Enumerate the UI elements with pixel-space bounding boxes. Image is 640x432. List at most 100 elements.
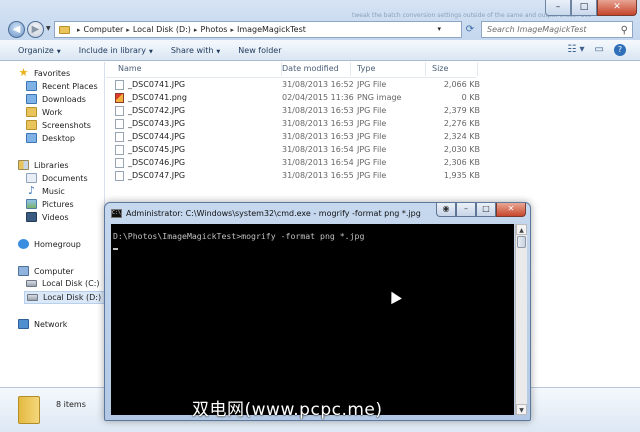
cmd-icon: C:\ xyxy=(111,208,122,218)
minimize-button[interactable]: – xyxy=(545,0,571,16)
command-line: D:\Photos\ImageMagickTest>mogrify -forma… xyxy=(113,231,365,241)
file-row[interactable]: _DSC0744.JPG 31/08/2013 16:53 JPG File 2,32… xyxy=(112,130,480,143)
file-name: _DSC0744.JPG xyxy=(128,132,186,141)
nav-downloads-label: Downloads xyxy=(42,94,86,104)
file-type: JPG File xyxy=(357,106,387,115)
breadcrumb-imagemagicktest[interactable]: ImageMagickTest xyxy=(237,25,306,34)
preview-pane-icon[interactable]: ▭ xyxy=(595,44,604,56)
nav-favorites-label: Favorites xyxy=(34,68,71,78)
breadcrumb-computer[interactable]: Computer xyxy=(84,25,124,34)
file-name: _DSC0746.JPG xyxy=(128,158,186,167)
drive-icon xyxy=(27,294,38,301)
nav-videos[interactable]: Videos xyxy=(26,212,69,222)
organize-button[interactable]: Organize ▼ xyxy=(18,46,61,55)
nav-documents[interactable]: Documents xyxy=(26,173,88,183)
console-output[interactable]: D:\Photos\ImageMagickTest>mogrify -forma… xyxy=(111,224,514,415)
file-row[interactable]: _DSC0743.JPG 31/08/2013 16:53 JPG File 2,27… xyxy=(112,117,480,130)
chevron-down-icon[interactable]: ▾ xyxy=(437,25,441,33)
nav-pictures-label: Pictures xyxy=(42,199,74,209)
file-date: 31/08/2013 16:53 xyxy=(282,106,354,115)
file-date: 31/08/2013 16:54 xyxy=(282,158,354,167)
file-name: _DSC0741.JPG xyxy=(128,80,186,89)
chevron-right-icon[interactable]: ▸ xyxy=(194,26,198,34)
explorer-titlebar: tweak the batch conversion settings outs… xyxy=(0,0,640,40)
column-header-type[interactable]: Type xyxy=(351,62,426,76)
file-name: _DSC0747.JPG xyxy=(128,171,186,180)
scroll-down-icon[interactable]: ▼ xyxy=(516,404,527,415)
nav-music[interactable]: ♪ Music xyxy=(26,185,65,196)
new-folder-button[interactable]: New folder xyxy=(238,46,281,55)
nav-desktop-label: Desktop xyxy=(42,133,75,143)
nav-libraries[interactable]: Libraries xyxy=(18,160,69,170)
breadcrumb-local-disk-d[interactable]: Local Disk (D:) xyxy=(133,25,191,34)
nav-computer[interactable]: Computer xyxy=(18,266,74,276)
chevron-right-icon[interactable]: ▸ xyxy=(77,26,81,34)
nav-recent-places[interactable]: Recent Places xyxy=(26,81,98,91)
file-date: 02/04/2015 11:36 xyxy=(282,93,354,102)
help-icon[interactable]: ? xyxy=(614,44,626,56)
nav-desktop[interactable]: Desktop xyxy=(26,133,75,143)
downloads-icon xyxy=(26,94,37,104)
cmd-titlebar[interactable]: C:\ Administrator: C:\Windows\system32\c… xyxy=(111,207,421,219)
view-options-icon[interactable]: ☷ ▾ xyxy=(567,44,584,56)
cmd-minimize-button[interactable]: – xyxy=(456,203,476,217)
refresh-icon[interactable]: ⟳ xyxy=(463,22,477,37)
nav-downloads[interactable]: Downloads xyxy=(26,94,86,104)
nav-work-label: Work xyxy=(42,107,63,117)
chevron-down-icon: ▼ xyxy=(216,48,221,55)
cmd-caption-buttons: ◉ – □ ✕ xyxy=(436,203,526,217)
include-in-library-button[interactable]: Include in library ▼ xyxy=(79,46,153,55)
cmd-close-button[interactable]: ✕ xyxy=(496,203,526,217)
search-input[interactable]: Search ImageMagickTest ⚲ xyxy=(481,21,633,38)
nav-screenshots[interactable]: Screenshots xyxy=(26,120,91,130)
computer-icon xyxy=(18,266,29,276)
scroll-up-icon[interactable]: ▲ xyxy=(516,224,527,235)
address-bar[interactable]: ▸ Computer ▸ Local Disk (D:) ▸ Photos ▸ … xyxy=(54,21,462,38)
chevron-right-icon[interactable]: ▸ xyxy=(126,26,130,34)
column-header-size[interactable]: Size xyxy=(426,62,478,76)
item-count: 8 items xyxy=(56,400,86,409)
column-header-date-modified[interactable]: Date modified xyxy=(276,62,351,76)
eye-icon[interactable]: ◉ xyxy=(436,203,456,217)
file-size: 2,379 KB xyxy=(443,106,480,115)
chevron-right-icon[interactable]: ▸ xyxy=(230,26,234,34)
folder-icon xyxy=(26,107,37,117)
breadcrumb-photos[interactable]: Photos xyxy=(200,25,227,34)
file-size: 2,306 KB xyxy=(443,158,480,167)
nav-local-disk-c[interactable]: Local Disk (C:) xyxy=(26,279,100,288)
file-row[interactable]: _DSC0746.JPG 31/08/2013 16:54 JPG File 2,30… xyxy=(112,156,480,169)
share-with-button[interactable]: Share with ▼ xyxy=(171,46,220,55)
file-type: JPG File xyxy=(357,145,387,154)
maximize-button[interactable]: □ xyxy=(571,0,597,16)
file-row[interactable]: _DSC0741.JPG 31/08/2013 16:52 JPG File 2,06… xyxy=(112,78,480,91)
file-size: 2,030 KB xyxy=(443,145,480,154)
file-size: 2,324 KB xyxy=(443,132,480,141)
file-type: JPG File xyxy=(357,132,387,141)
file-row[interactable]: _DSC0747.JPG 31/08/2013 16:55 JPG File 1,93… xyxy=(112,169,480,182)
back-button[interactable]: ◀ xyxy=(8,21,25,38)
nav-pictures[interactable]: Pictures xyxy=(26,199,74,209)
close-button[interactable]: ✕ xyxy=(597,0,637,16)
cmd-window[interactable]: C:\ Administrator: C:\Windows\system32\c… xyxy=(104,202,531,421)
recent-places-icon xyxy=(26,81,37,91)
recent-pages-dropdown-icon[interactable]: ▼ xyxy=(46,25,51,32)
file-row[interactable]: _DSC0745.JPG 31/08/2013 16:54 JPG File 2,03… xyxy=(112,143,480,156)
jpg-file-icon xyxy=(115,80,124,90)
nav-local-disk-d[interactable]: Local Disk (D:) xyxy=(24,291,107,304)
nav-work[interactable]: Work xyxy=(26,107,62,117)
file-row[interactable]: _DSC0742.JPG 31/08/2013 16:53 JPG File 2,37… xyxy=(112,104,480,117)
nav-network[interactable]: Network xyxy=(18,319,67,329)
scroll-thumb[interactable] xyxy=(517,236,526,248)
nav-favorites[interactable]: ★ Favorites xyxy=(18,67,71,78)
file-size: 1,935 KB xyxy=(443,171,480,180)
search-icon[interactable]: ⚲ xyxy=(621,23,628,38)
file-size: 0 KB xyxy=(461,93,480,102)
chevron-down-icon: ▼ xyxy=(56,48,61,55)
cmd-maximize-button[interactable]: □ xyxy=(476,203,496,217)
chevron-down-icon: ▼ xyxy=(148,48,153,55)
nav-homegroup[interactable]: Homegroup xyxy=(18,239,81,249)
forward-button[interactable]: ▶ xyxy=(27,21,44,38)
file-row[interactable]: _DSC0741.png 02/04/2015 11:36 PNG image 0 K… xyxy=(112,91,480,104)
vertical-scrollbar[interactable]: ▲ ▼ xyxy=(515,224,527,415)
column-header-name[interactable]: Name xyxy=(112,62,282,76)
